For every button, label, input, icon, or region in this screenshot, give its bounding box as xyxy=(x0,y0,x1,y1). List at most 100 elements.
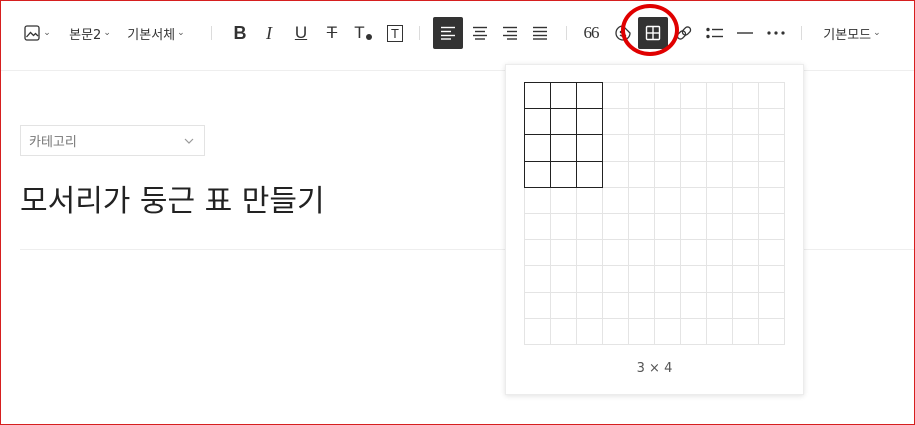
table-button[interactable] xyxy=(638,17,668,49)
table-grid-cell[interactable] xyxy=(706,108,733,135)
table-grid-cell[interactable] xyxy=(524,108,551,135)
table-grid-cell[interactable] xyxy=(654,134,681,162)
table-grid-cell[interactable] xyxy=(576,187,603,214)
table-grid-cell[interactable] xyxy=(680,318,707,345)
table-grid-cell[interactable] xyxy=(758,187,785,214)
table-grid-cell[interactable] xyxy=(680,108,707,135)
link-button[interactable] xyxy=(672,17,696,49)
table-grid-cell[interactable] xyxy=(654,265,681,293)
table-grid-cell[interactable] xyxy=(550,108,577,135)
table-grid-cell[interactable] xyxy=(706,265,733,293)
table-grid-cell[interactable] xyxy=(550,161,577,188)
table-grid-cell[interactable] xyxy=(654,318,681,345)
table-grid-cell[interactable] xyxy=(758,292,785,319)
table-grid-cell[interactable] xyxy=(680,239,707,266)
table-grid-cell[interactable] xyxy=(758,134,785,162)
table-grid-cell[interactable] xyxy=(576,318,603,345)
table-grid-cell[interactable] xyxy=(654,161,681,188)
bold-button[interactable]: B xyxy=(228,17,252,49)
table-grid-cell[interactable] xyxy=(758,82,785,109)
table-grid-cell[interactable] xyxy=(524,265,551,293)
table-grid-cell[interactable] xyxy=(576,265,603,293)
image-button[interactable]: ⌄ xyxy=(22,17,52,49)
table-grid-cell[interactable] xyxy=(654,213,681,240)
table-grid-cell[interactable] xyxy=(732,213,759,240)
table-grid-cell[interactable] xyxy=(706,239,733,266)
align-right-button[interactable] xyxy=(497,17,523,49)
table-grid-cell[interactable] xyxy=(628,292,655,319)
table-grid-cell[interactable] xyxy=(576,213,603,240)
table-grid-cell[interactable] xyxy=(628,161,655,188)
table-grid-cell[interactable] xyxy=(628,82,655,109)
underline-button[interactable]: U xyxy=(289,17,313,49)
table-grid-cell[interactable] xyxy=(680,161,707,188)
table-grid-cell[interactable] xyxy=(550,213,577,240)
table-grid-cell[interactable] xyxy=(680,265,707,293)
table-grid-cell[interactable] xyxy=(706,187,733,214)
table-grid-cell[interactable] xyxy=(550,292,577,319)
table-grid-cell[interactable] xyxy=(628,108,655,135)
table-grid-cell[interactable] xyxy=(732,239,759,266)
italic-button[interactable]: I xyxy=(257,17,281,49)
table-grid-cell[interactable] xyxy=(758,265,785,293)
table-grid-cell[interactable] xyxy=(524,161,551,188)
table-grid-cell[interactable] xyxy=(602,161,629,188)
more-button[interactable] xyxy=(763,17,789,49)
table-grid-cell[interactable] xyxy=(602,239,629,266)
font-family-dropdown[interactable]: 기본서체 ⌄ xyxy=(125,17,187,49)
table-grid-cell[interactable] xyxy=(550,187,577,214)
table-grid-cell[interactable] xyxy=(628,265,655,293)
table-grid-cell[interactable] xyxy=(732,134,759,162)
text-background-button[interactable]: T xyxy=(383,17,407,49)
post-title[interactable]: 모서리가 둥근 표 만들기 xyxy=(20,176,325,220)
table-grid-cell[interactable] xyxy=(680,292,707,319)
editor-mode-dropdown[interactable]: 기본모드 ⌄ xyxy=(820,17,884,49)
table-grid-cell[interactable] xyxy=(550,134,577,162)
table-grid-cell[interactable] xyxy=(732,108,759,135)
table-grid-cell[interactable] xyxy=(758,239,785,266)
table-grid-cell[interactable] xyxy=(706,134,733,162)
table-grid-cell[interactable] xyxy=(524,134,551,162)
table-grid-cell[interactable] xyxy=(550,82,577,109)
table-grid-cell[interactable] xyxy=(680,213,707,240)
table-grid-cell[interactable] xyxy=(602,108,629,135)
table-grid-cell[interactable] xyxy=(628,134,655,162)
table-grid-cell[interactable] xyxy=(550,239,577,266)
table-grid-cell[interactable] xyxy=(550,265,577,293)
table-grid-cell[interactable] xyxy=(602,265,629,293)
table-grid-cell[interactable] xyxy=(732,318,759,345)
table-grid-cell[interactable] xyxy=(732,265,759,293)
table-grid-cell[interactable] xyxy=(654,82,681,109)
table-grid-cell[interactable] xyxy=(758,318,785,345)
table-grid-cell[interactable] xyxy=(602,318,629,345)
align-justify-button[interactable] xyxy=(527,17,553,49)
table-grid-cell[interactable] xyxy=(628,213,655,240)
table-grid-cell[interactable] xyxy=(602,187,629,214)
table-grid-cell[interactable] xyxy=(524,239,551,266)
table-grid-cell[interactable] xyxy=(576,134,603,162)
table-grid-cell[interactable] xyxy=(654,239,681,266)
table-grid-cell[interactable] xyxy=(576,161,603,188)
table-grid-cell[interactable] xyxy=(732,292,759,319)
table-grid-cell[interactable] xyxy=(706,213,733,240)
list-button[interactable] xyxy=(702,17,728,49)
table-grid-cell[interactable] xyxy=(680,187,707,214)
table-grid-cell[interactable] xyxy=(524,82,551,109)
table-grid-cell[interactable] xyxy=(550,318,577,345)
table-grid-cell[interactable] xyxy=(732,187,759,214)
table-grid-cell[interactable] xyxy=(602,292,629,319)
table-grid-cell[interactable] xyxy=(576,292,603,319)
emoji-button[interactable] xyxy=(611,17,635,49)
table-grid-cell[interactable] xyxy=(706,161,733,188)
table-grid-cell[interactable] xyxy=(758,213,785,240)
table-grid-cell[interactable] xyxy=(602,213,629,240)
text-color-button[interactable]: T xyxy=(351,17,375,49)
horizontal-line-button[interactable] xyxy=(733,17,757,49)
category-select[interactable]: 카테고리 xyxy=(20,125,205,156)
table-grid-cell[interactable] xyxy=(680,134,707,162)
align-left-button[interactable] xyxy=(433,17,463,49)
table-grid-cell[interactable] xyxy=(524,187,551,214)
table-grid-cell[interactable] xyxy=(628,187,655,214)
align-center-button[interactable] xyxy=(467,17,493,49)
table-grid-cell[interactable] xyxy=(680,82,707,109)
